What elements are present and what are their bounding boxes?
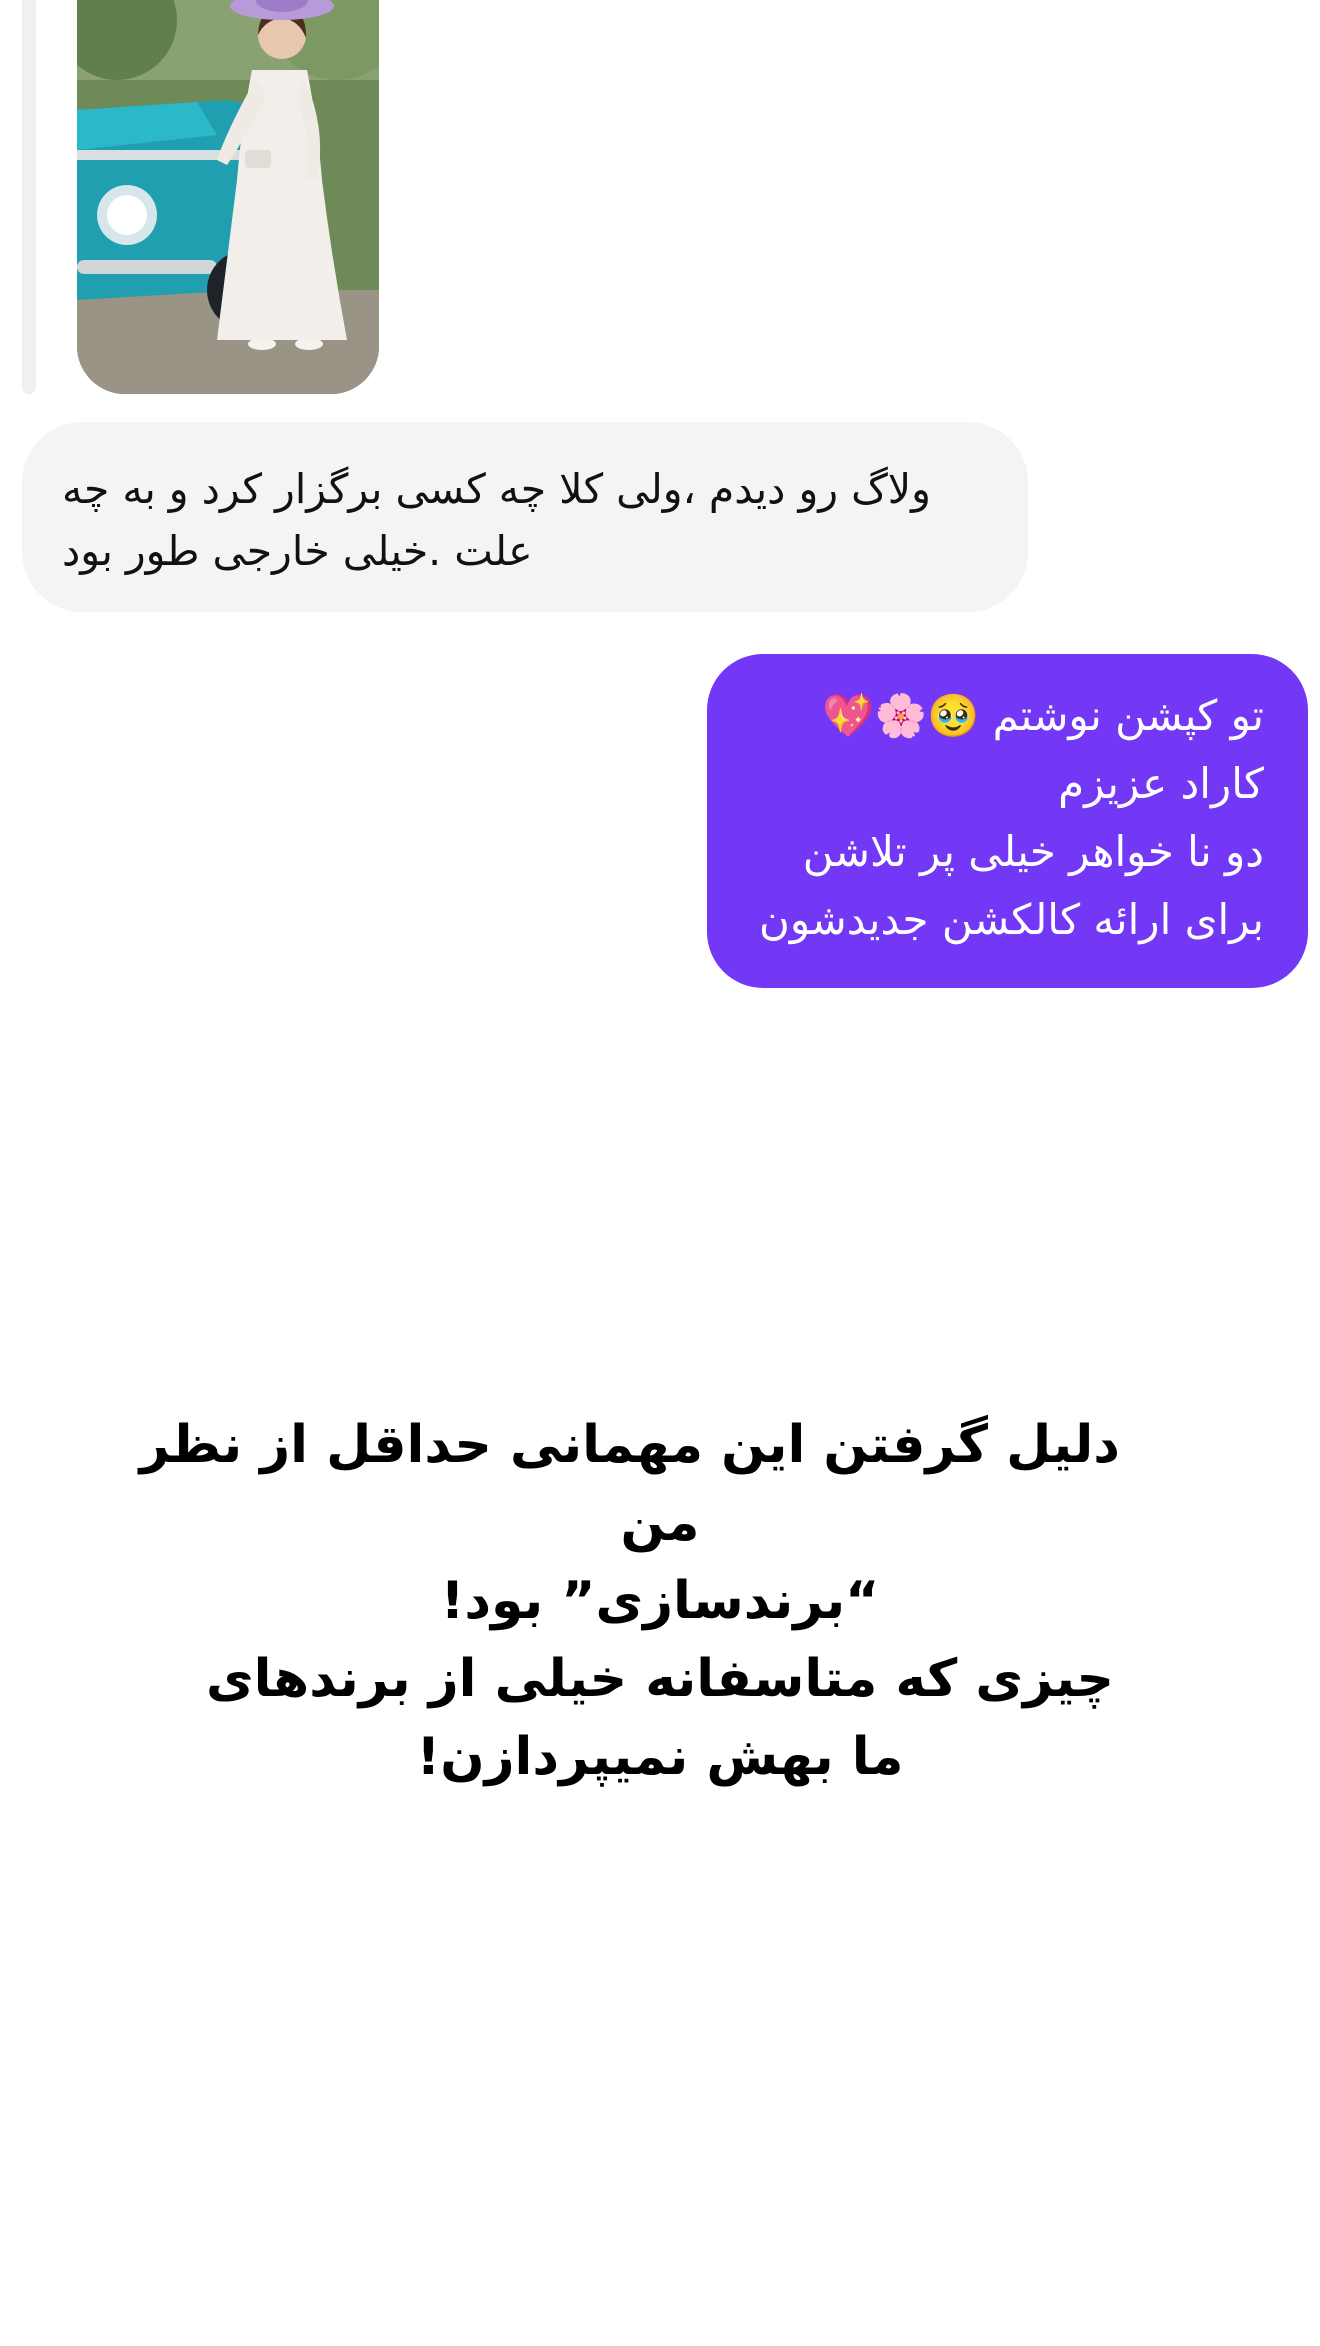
outgoing-message-bubble[interactable]: تو کپشن نوشتم 🥹🌸💖 کاراد عزیزم دو نا خواه… (707, 654, 1308, 988)
incoming-message-line: علت .خیلی خارجی طور بود (62, 527, 533, 575)
story-caption-line: من (620, 1493, 700, 1553)
story-caption-line: چیزی که متاسفانه خیلی از برندهای (205, 1649, 1115, 1709)
story-caption-line: “برندسازی” بود! (440, 1571, 880, 1631)
outgoing-message-line: کاراد عزیزم (1058, 759, 1264, 808)
screen: ولاگ رو دیدم ،ولی کلا چه کسی برگزار کرد … (0, 0, 1320, 2346)
outgoing-message-line: برای ارائه کالکشن جدیدشون (759, 895, 1264, 944)
shared-post-thumbnail[interactable] (77, 0, 379, 394)
incoming-message-line: ولاگ رو دیدم ،ولی کلا چه کسی برگزار کرد … (62, 465, 931, 513)
outgoing-message-line: دو نا خواهر خیلی پر تلاشن (802, 827, 1264, 876)
story-caption-line: دلیل گرفتن این مهمانی حداقل از نظر (139, 1415, 1120, 1475)
outgoing-message-line: تو کپشن نوشتم 🥹🌸💖 (822, 691, 1264, 740)
shared-post-image (77, 0, 379, 394)
story-caption-line: ما بهش نمیپردازن! (416, 1727, 904, 1787)
story-caption: دلیل گرفتن این مهمانی حداقل از نظر من “ب… (139, 1406, 1120, 1796)
incoming-message-bubble[interactable]: ولاگ رو دیدم ،ولی کلا چه کسی برگزار کرد … (22, 422, 1028, 612)
reply-thread-line (22, 0, 36, 394)
